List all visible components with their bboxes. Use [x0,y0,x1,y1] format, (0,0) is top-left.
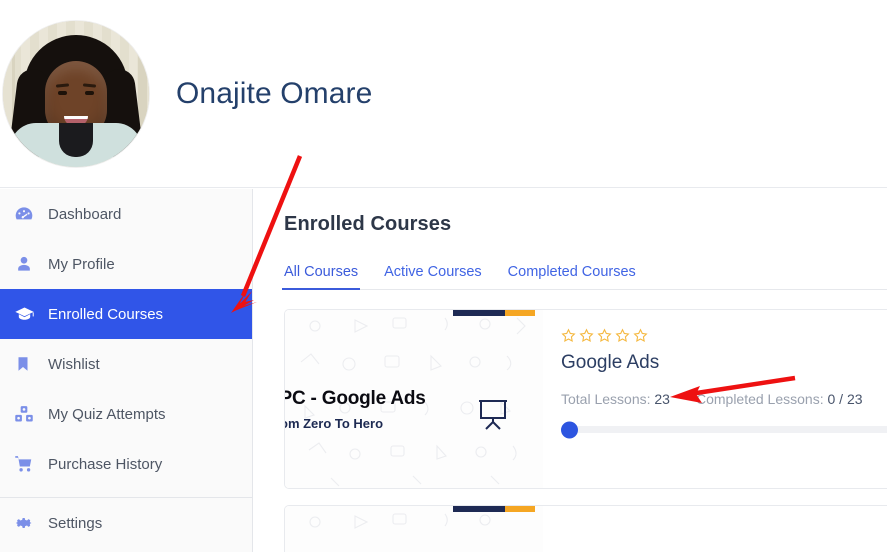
sidebar-item-label: Enrolled Courses [48,305,164,323]
sidebar-item-enrolled-courses[interactable]: Enrolled Courses [0,289,252,339]
course-details: Google Ads Total Lessons: 23 Completed L… [543,310,887,488]
course-thumbnail[interactable]: PPC - Google Ads From Zero To Hero [285,310,543,488]
bookmark-icon [14,354,44,374]
avatar-eye-left [58,90,67,95]
course-filter-tabs: All Courses Active Courses Completed Cou… [281,256,887,290]
completed-lessons-value: 0 / 23 [827,391,863,407]
completed-lessons-label: Completed Lessons: [695,391,824,407]
completed-lessons: Completed Lessons: 0 / 23 [696,391,863,407]
progress-handle[interactable] [561,421,578,438]
profile-header: Onajite Omare [0,0,887,188]
total-lessons-value: 23 [654,391,670,407]
sidebar-item-label: Dashboard [48,205,122,223]
thumbnail-subtitle: From Zero To Hero [285,416,384,431]
star-icon[interactable] [633,328,648,343]
avatar-brow-left [55,82,70,88]
tab-all-courses[interactable]: All Courses [281,264,361,290]
thumbnail-accent-bars [453,310,535,316]
course-card[interactable] [284,505,887,552]
sidebar: Dashboard My Profile Enrolled Courses Wi… [0,189,253,552]
thumbnail-title: PPC - Google Ads [285,388,426,409]
course-thumbnail[interactable] [285,506,543,552]
star-icon[interactable] [597,328,612,343]
course-details [543,506,887,552]
sidebar-item-dashboard[interactable]: Dashboard [0,189,252,239]
avatar-shirt [10,122,142,167]
user-icon [14,254,44,274]
sidebar-item-purchase-history[interactable]: Purchase History [0,439,252,489]
lesson-stats: Total Lessons: 23 Completed Lessons: 0 /… [561,391,887,407]
total-lessons-label: Total Lessons: [561,391,651,407]
course-card[interactable]: PPC - Google Ads From Zero To Hero [284,309,887,489]
gear-icon [14,513,44,533]
dashboard-page: Onajite Omare Dashboard My Profile Enrol… [0,0,887,552]
accent-bar-navy [453,310,505,316]
sidebar-item-label: My Profile [48,255,115,273]
total-lessons: Total Lessons: 23 [561,391,670,407]
course-title[interactable]: Google Ads [561,352,887,374]
avatar [2,19,150,168]
thumbnail-text: PPC - Google Ads From Zero To Hero [285,388,426,431]
presentation-board-icon [475,398,511,437]
avatar-eye-right [85,90,94,95]
star-icon[interactable] [579,328,594,343]
sidebar-item-label: Settings [48,514,103,532]
shopping-cart-icon [14,454,44,474]
sidebar-item-settings[interactable]: Settings [0,498,252,548]
tab-completed-courses[interactable]: Completed Courses [508,264,636,289]
sidebar-item-label: My Quiz Attempts [48,405,166,423]
thumbnail-accent-bars [453,506,535,512]
sidebar-item-label: Wishlist [48,355,100,373]
thumbnail-pattern [285,506,543,552]
accent-bar-navy [453,506,505,512]
enrolled-courses-heading: Enrolled Courses [284,213,452,235]
dashboard-gauge-icon [14,204,44,224]
accent-bar-orange [505,506,535,512]
course-progress-bar[interactable] [561,421,887,438]
rating-stars[interactable] [561,328,887,343]
graduation-cap-icon [14,304,44,325]
page-title: Onajite Omare [176,76,373,110]
sidebar-item-my-quiz-attempts[interactable]: My Quiz Attempts [0,389,252,439]
star-icon[interactable] [561,328,576,343]
sidebar-item-label: Purchase History [48,455,163,473]
accent-bar-orange [505,310,535,316]
star-icon[interactable] [615,328,630,343]
avatar-brow-right [82,82,97,88]
sidebar-item-wishlist[interactable]: Wishlist [0,339,252,389]
main-content: Enrolled Courses All Courses Active Cour… [254,189,887,552]
tab-active-courses[interactable]: Active Courses [384,264,482,289]
quiz-blocks-icon [14,404,44,424]
sidebar-item-my-profile[interactable]: My Profile [0,239,252,289]
